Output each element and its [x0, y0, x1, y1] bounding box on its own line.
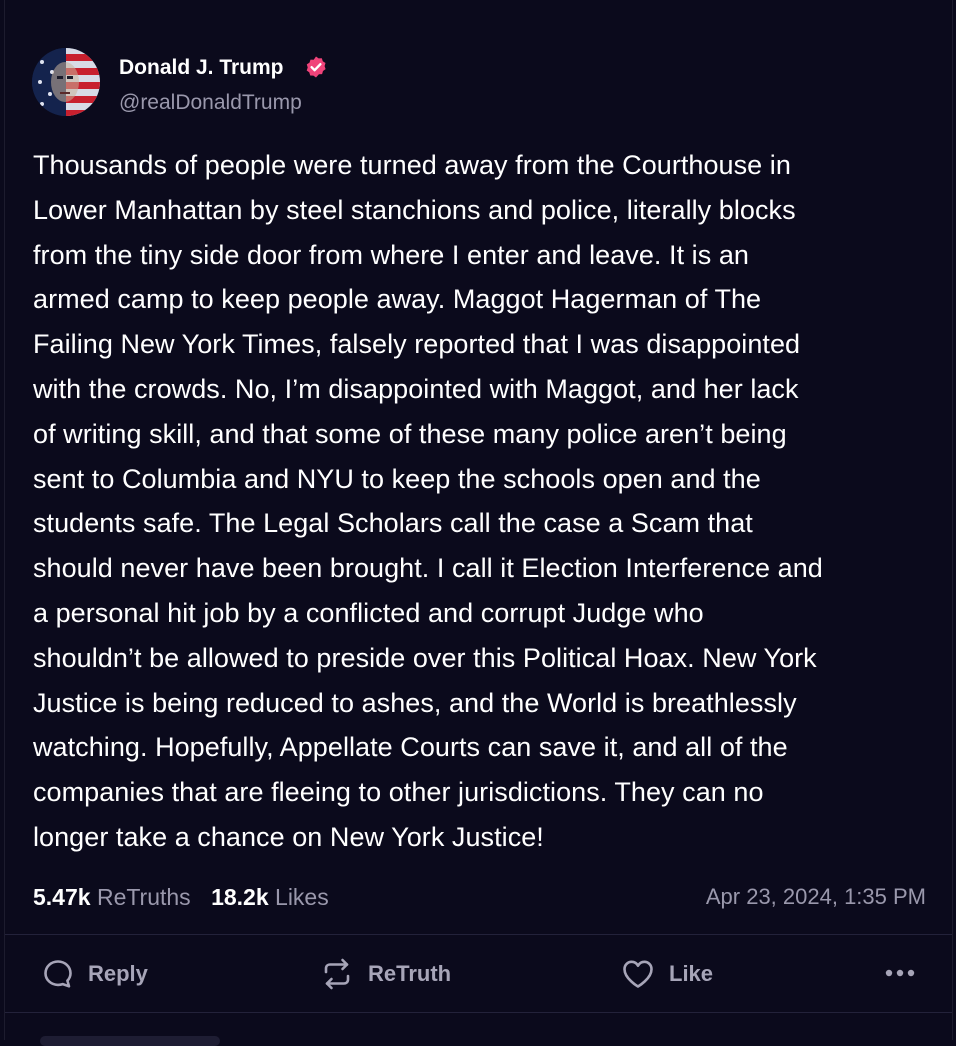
avatar[interactable] — [32, 48, 100, 116]
divider — [5, 934, 952, 935]
retruths-stat[interactable]: 5.47k ReTruths — [33, 880, 191, 914]
divider — [5, 1012, 952, 1013]
more-options-button[interactable] — [884, 966, 916, 980]
retruths-count: 5.47k — [33, 884, 91, 910]
post-body-line: Lower Manhattan by steel stanchions and … — [33, 194, 796, 225]
post-body-line: of writing skill, and that some of these… — [33, 418, 787, 449]
heart-icon — [623, 960, 653, 988]
post-body-line: companies that are fleeing to other juri… — [33, 777, 764, 808]
like-label: Like — [669, 961, 714, 986]
author-name[interactable]: Donald J. Trump — [119, 56, 284, 80]
frame-border-left — [4, 0, 5, 1040]
like-button[interactable]: Like — [621, 954, 713, 994]
post-body-line: Thousands of people were turned away fro… — [33, 150, 791, 180]
post-body-line: from the tiny side door from where I ent… — [33, 239, 749, 270]
post-body-line: a personal hit job by a conflicted and c… — [33, 597, 704, 628]
verified-badge-icon — [304, 55, 328, 79]
retruth-label: ReTruth — [368, 961, 452, 986]
reply-bubble-icon — [44, 960, 72, 988]
post-body-line: armed camp to keep people away. Maggot H… — [33, 284, 762, 315]
post-body: Thousands of people were turned away fro… — [33, 143, 933, 860]
post-body-line: Failing New York Times, falsely reported… — [33, 329, 801, 360]
author-handle[interactable]: @realDonaldTrump — [119, 91, 302, 115]
post-timestamp[interactable]: Apr 23, 2024, 1:35 PM — [706, 880, 926, 914]
more-dots-icon — [885, 969, 915, 977]
action-bar: Reply ReTruth Like — [0, 936, 956, 1012]
next-item-peek — [40, 1036, 220, 1046]
post-body-line: students safe. The Legal Scholars call t… — [33, 508, 753, 539]
post-body-line: sent to Columbia and NYU to keep the sch… — [33, 463, 761, 494]
frame-border-right — [952, 0, 953, 1040]
post-body-line: longer take a chance on New York Justice… — [33, 821, 544, 852]
post-header: Donald J. Trump @realDonaldTrump — [32, 48, 432, 116]
post-body-line: shouldn’t be allowed to preside over thi… — [33, 642, 817, 673]
post-body-line: with the crowds. No, I’m disappointed wi… — [33, 373, 799, 404]
post-body-line: Justice is being reduced to ashes, and t… — [33, 687, 797, 718]
post-stats: 5.47k ReTruths 18.2k Likes Apr 23, 2024,… — [33, 880, 926, 914]
likes-stat[interactable]: 18.2k Likes — [211, 880, 329, 914]
reply-button[interactable]: Reply — [42, 954, 148, 994]
retruths-label: ReTruths — [96, 884, 191, 910]
retruth-arrows-icon — [324, 958, 350, 990]
post-body-line: watching. Hopefully, Appellate Courts ca… — [33, 732, 788, 763]
reply-label: Reply — [88, 961, 148, 986]
post-body-line: should never have been brought. I call i… — [33, 553, 823, 584]
likes-count: 18.2k — [211, 884, 269, 910]
likes-label: Likes — [275, 884, 329, 910]
retruth-button[interactable]: ReTruth — [320, 954, 451, 994]
